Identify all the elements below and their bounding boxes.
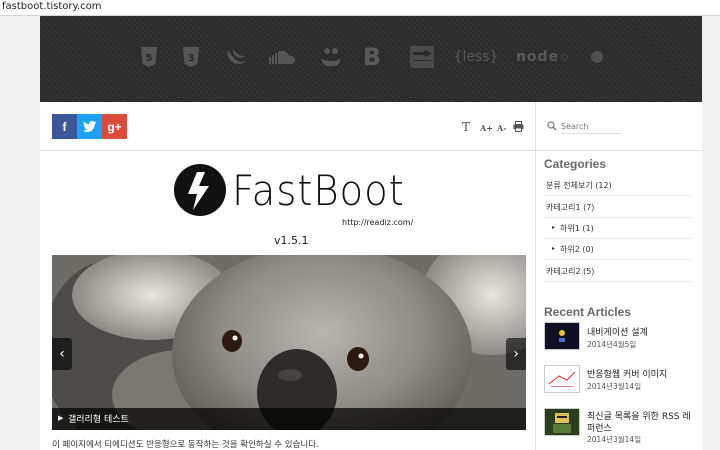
subcategory-item[interactable]: 하위1 (1) xyxy=(560,223,594,234)
twitter-share-button[interactable] xyxy=(77,114,102,139)
site-url[interactable]: http://readiz.com/ xyxy=(342,218,413,227)
address-bar[interactable]: fastboot.tistory.com xyxy=(0,0,720,16)
category-item[interactable]: 카테고리2 (5) xyxy=(546,266,594,277)
handlebars-icon xyxy=(318,44,344,70)
font-bigger-button[interactable]: A+ xyxy=(480,123,493,135)
article-thumbnail[interactable] xyxy=(544,322,580,350)
subcategory-item[interactable]: 하위2 (0) xyxy=(560,244,594,255)
soundcloud-icon xyxy=(268,44,296,70)
svg-text:5: 5 xyxy=(146,53,153,64)
category-divider xyxy=(544,259,692,260)
search-input[interactable] xyxy=(561,120,621,134)
recent-articles-heading: Recent Articles xyxy=(544,305,631,319)
npm-icon xyxy=(586,44,608,70)
category-divider xyxy=(544,281,692,282)
css3-icon: 3 xyxy=(180,44,202,70)
category-divider xyxy=(544,238,692,239)
gallery-slideshow[interactable]: ▶ 갤러리형 테스트 xyxy=(52,255,526,430)
category-item[interactable]: 분류 전체보기 (12) xyxy=(546,180,612,191)
grunt-icon xyxy=(408,44,436,70)
article-title-continued[interactable]: 퍼런스 xyxy=(587,421,612,434)
url-text[interactable]: fastboot.tistory.com xyxy=(2,1,102,12)
font-smaller-button[interactable]: A- xyxy=(497,123,507,135)
hero-banner: 5 3 B {less} node ⬡ xyxy=(40,16,702,102)
gallery-caption[interactable]: 갤러리형 테스트 xyxy=(68,412,129,425)
googleplus-share-button[interactable]: g+ xyxy=(102,114,127,139)
node-icon: node ⬡ xyxy=(515,49,569,65)
facebook-share-button[interactable]: f xyxy=(52,114,77,139)
article-thumbnail[interactable] xyxy=(544,408,580,436)
category-divider xyxy=(544,217,692,218)
version-label: v1.5.1 xyxy=(274,234,309,247)
article-date: 2014년4월5일 xyxy=(587,340,637,349)
header-divider xyxy=(40,150,535,151)
font-change-button[interactable]: T xyxy=(462,120,470,134)
sub-arrow-icon: ▸ xyxy=(552,245,556,252)
koala-photo xyxy=(52,255,526,430)
article-date: 2014년3월14일 xyxy=(587,435,642,444)
gallery-prev-button[interactable]: ‹ xyxy=(52,338,72,370)
less-icon: {less} xyxy=(453,49,499,65)
html5-icon: 5 xyxy=(138,44,160,70)
article-title[interactable]: 내비게이션 설계 xyxy=(587,325,648,338)
article-title[interactable]: 반응형웹 커버 이미지 xyxy=(587,367,667,380)
category-divider xyxy=(544,195,692,196)
caption-triangle-icon: ▶ xyxy=(58,414,64,422)
site-title[interactable]: FastBoot xyxy=(232,166,405,215)
print-icon xyxy=(513,121,524,132)
category-item[interactable]: 카테고리1 (7) xyxy=(546,202,594,213)
categories-heading: Categories xyxy=(544,157,607,171)
googleplus-icon: g+ xyxy=(107,119,122,134)
page-container: 5 3 B {less} node ⬡ f g+ T A+ A- FastBoo… xyxy=(40,16,702,450)
bootstrap-icon: B xyxy=(362,43,382,71)
gallery-next-button[interactable]: › xyxy=(506,338,526,370)
article-thumbnail[interactable] xyxy=(544,365,580,393)
fastboot-logo-icon[interactable] xyxy=(174,164,226,216)
sidebar-header-divider xyxy=(536,150,702,151)
sidebar-divider xyxy=(535,102,536,450)
twitter-icon xyxy=(83,121,96,132)
chevron-left-icon: ‹ xyxy=(59,346,65,362)
article-date: 2014년3월14일 xyxy=(587,382,642,391)
post-text: 이 페이지에서 티에디션도 반응형으로 동작하는 것을 확인하실 수 있습니다. xyxy=(52,440,319,450)
facebook-icon: f xyxy=(62,119,67,134)
chevron-right-icon: › xyxy=(513,346,519,362)
sub-arrow-icon: ▸ xyxy=(552,224,556,231)
search-icon xyxy=(547,121,557,134)
svg-text:3: 3 xyxy=(188,53,195,64)
jquery-icon xyxy=(224,44,248,70)
print-button[interactable] xyxy=(513,121,524,133)
